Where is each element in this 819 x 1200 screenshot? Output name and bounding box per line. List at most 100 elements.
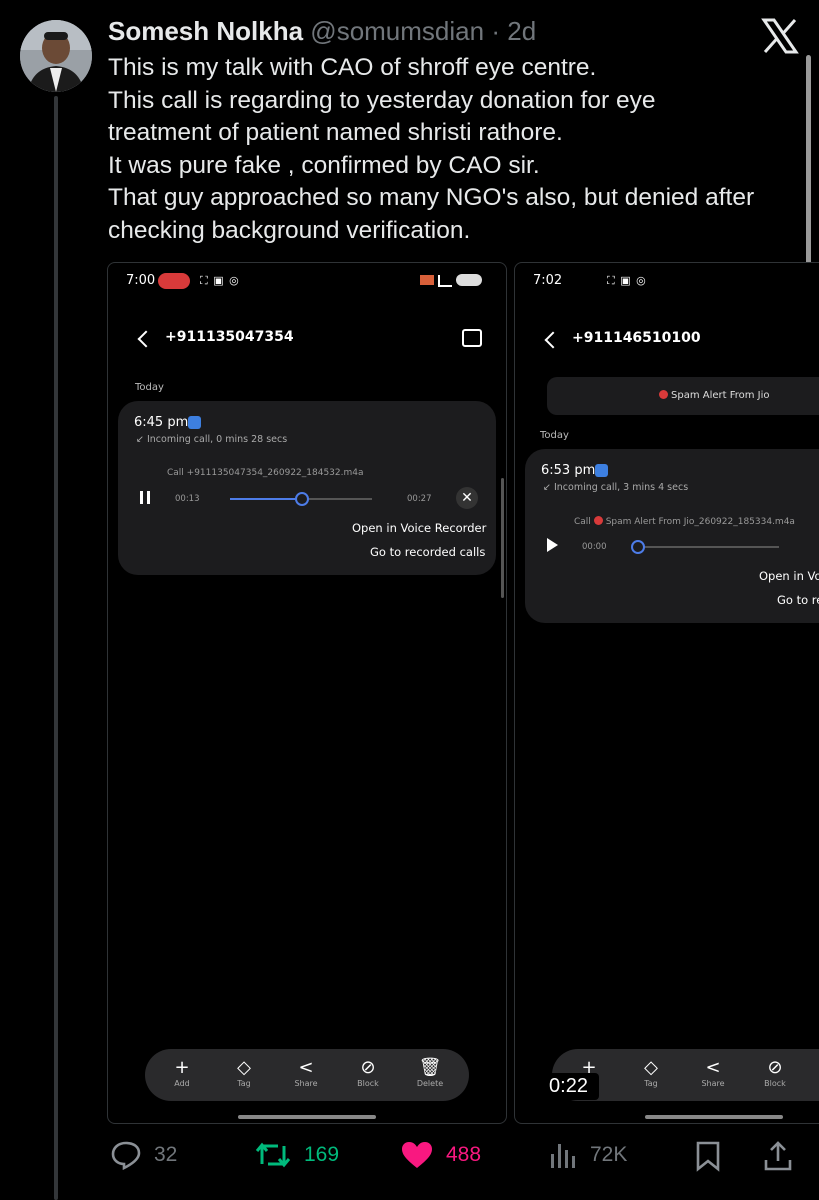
inner-scrollbar bbox=[501, 478, 504, 598]
bookmark-icon bbox=[696, 1141, 720, 1172]
go-to-recorded-calls-link[interactable]: Go to recorded calls bbox=[370, 545, 485, 559]
delete-action[interactable]: 🗑 Delete bbox=[405, 1057, 455, 1088]
file-name-text: Spam Alert From Jio_260922_185334.m4a bbox=[605, 517, 795, 527]
status-icons: ⛶ ▣ ◎ bbox=[607, 274, 647, 287]
author-avatar[interactable] bbox=[20, 20, 92, 92]
author-handle[interactable]: @somumsdian bbox=[310, 16, 484, 46]
block-label: Block bbox=[357, 1079, 379, 1088]
tweet-line: That guy approached so many NGO's also, … bbox=[108, 184, 755, 211]
home-indicator bbox=[645, 1115, 783, 1119]
status-time: 7:02 bbox=[533, 273, 563, 288]
open-in-voice-recorder-link[interactable]: Open in Voice Recorder bbox=[352, 521, 486, 535]
back-arrow-icon[interactable] bbox=[137, 330, 155, 348]
views-icon bbox=[551, 1144, 575, 1168]
status-icons: ⛶ ▣ ◎ bbox=[200, 274, 240, 287]
share-icon: < bbox=[298, 1057, 314, 1078]
delete-label: Delete bbox=[416, 1079, 444, 1088]
back-arrow-icon[interactable] bbox=[544, 331, 562, 349]
heart-icon bbox=[402, 1142, 432, 1168]
call-log-card[interactable]: 6:45 pm ↙ Incoming call, 0 mins 28 secs … bbox=[118, 401, 496, 575]
playback-track[interactable] bbox=[637, 546, 779, 548]
view-count: 72K bbox=[590, 1143, 628, 1166]
spam-alert: Spam Alert From Jio bbox=[659, 390, 770, 401]
open-in-voice-recorder-link[interactable]: Open in Vo bbox=[759, 569, 819, 583]
tweet-header: Somesh Nolkha @somumsdian · 2d bbox=[108, 16, 536, 47]
share-button[interactable] bbox=[762, 1140, 806, 1172]
tag-icon: ◇ bbox=[644, 1057, 658, 1078]
tag-action[interactable]: ◇ Tag bbox=[626, 1057, 676, 1088]
tag-label: Tag bbox=[237, 1079, 251, 1088]
call-time: 6:53 pm bbox=[541, 463, 596, 478]
spam-alert-banner[interactable]: Spam Alert From Jio bbox=[547, 377, 819, 415]
share-label: Share bbox=[701, 1079, 725, 1088]
block-icon: ⊘ bbox=[767, 1057, 783, 1078]
share-action[interactable]: < Share bbox=[688, 1057, 738, 1088]
call-info-text: Incoming call, 3 mins 4 secs bbox=[553, 482, 689, 493]
media-screenshot-2[interactable]: 7:02 ⛶ ▣ ◎ +911146510100 Spam Alert From… bbox=[514, 262, 819, 1124]
share-action[interactable]: < Share bbox=[281, 1057, 331, 1088]
pause-icon-bar[interactable] bbox=[147, 491, 150, 504]
tweet-line: This is my talk with CAO of shroff eye c… bbox=[108, 54, 597, 81]
tweet-line: This call is regarding to yesterday dona… bbox=[108, 86, 656, 114]
day-label: Today bbox=[540, 430, 569, 441]
recording-file-name: Call Spam Alert From Jio_260922_185334.m… bbox=[574, 516, 795, 527]
tweet-line: checking background verification. bbox=[108, 216, 471, 244]
block-action[interactable]: ⊘ Block bbox=[343, 1057, 393, 1088]
bookmark-button[interactable] bbox=[693, 1140, 735, 1172]
video-timestamp: 0:22 bbox=[538, 1073, 599, 1100]
add-label: Add bbox=[174, 1079, 190, 1088]
playback-knob[interactable] bbox=[631, 540, 645, 554]
contact-number: +911135047354 bbox=[165, 329, 294, 345]
block-action[interactable]: ⊘ Block bbox=[750, 1057, 800, 1088]
tag-action[interactable]: ◇ Tag bbox=[219, 1057, 269, 1088]
add-icon: + bbox=[174, 1057, 190, 1078]
author-name[interactable]: Somesh Nolkha bbox=[108, 16, 303, 46]
tweet-text: This is my talk with CAO of shroff eye c… bbox=[108, 52, 798, 247]
delete-icon: 🗑 bbox=[418, 1057, 442, 1078]
retweet-button[interactable]: 169 bbox=[254, 1140, 339, 1170]
spam-alert-text: Spam Alert From Jio bbox=[671, 390, 770, 401]
elapsed-time: 00:00 bbox=[582, 542, 607, 552]
recording-file-name: Call +911135047354_260922_184532.m4a bbox=[167, 468, 364, 478]
x-logo-icon[interactable] bbox=[760, 16, 800, 56]
tweet-line: treatment of patient named shristi ratho… bbox=[108, 119, 563, 146]
call-time: 6:45 pm bbox=[134, 415, 189, 430]
media-screenshot-1[interactable]: 7:00 ⛶ ▣ ◎ +911135047354 Today 6:45 pm ↙… bbox=[107, 262, 507, 1124]
reply-count: 32 bbox=[154, 1143, 178, 1166]
reply-button[interactable]: 32 bbox=[110, 1140, 177, 1170]
share-icon: < bbox=[705, 1057, 721, 1078]
spam-stop-icon bbox=[593, 516, 603, 525]
pause-icon[interactable] bbox=[140, 491, 143, 504]
header-separator: · bbox=[491, 16, 500, 46]
like-count: 488 bbox=[446, 1143, 482, 1166]
call-info-text: Incoming call, 0 mins 28 secs bbox=[146, 434, 288, 445]
block-icon: ⊘ bbox=[360, 1057, 376, 1078]
spam-stop-icon bbox=[659, 390, 668, 399]
day-label: Today bbox=[135, 382, 164, 393]
block-label: Block bbox=[764, 1079, 786, 1088]
tweet-time[interactable]: 2d bbox=[507, 16, 536, 46]
playback-progress bbox=[230, 498, 301, 500]
total-duration: 00:27 bbox=[407, 494, 432, 504]
like-button[interactable]: 488 bbox=[400, 1140, 481, 1170]
share-upload-icon bbox=[764, 1141, 792, 1171]
add-action[interactable]: + Add bbox=[157, 1057, 207, 1088]
tag-icon: ◇ bbox=[237, 1057, 251, 1078]
share-label: Share bbox=[294, 1079, 318, 1088]
retweet-count: 169 bbox=[304, 1143, 340, 1166]
views-button[interactable]: 72K bbox=[548, 1140, 627, 1170]
playback-knob[interactable] bbox=[295, 492, 309, 506]
contact-badge-icon bbox=[188, 416, 201, 429]
battery-icon bbox=[456, 274, 482, 286]
bottom-action-bar: + Add ◇ Tag < Share ⊘ Block 🗑 Delete bbox=[145, 1049, 469, 1101]
go-to-recorded-calls-link[interactable]: Go to re bbox=[777, 593, 819, 607]
close-icon[interactable]: ✕ bbox=[456, 487, 478, 509]
thread-line bbox=[54, 96, 58, 1200]
contact-badge-icon bbox=[595, 464, 608, 477]
signal-icon bbox=[438, 275, 452, 287]
play-icon[interactable] bbox=[547, 538, 558, 552]
call-log-card[interactable]: 6:53 pm ↙ Incoming call, 3 mins 4 secs C… bbox=[525, 449, 819, 623]
tweet-line: It was pure fake , confirmed by CAO sir. bbox=[108, 151, 540, 179]
message-icon[interactable] bbox=[462, 329, 482, 347]
tag-label: Tag bbox=[644, 1079, 658, 1088]
